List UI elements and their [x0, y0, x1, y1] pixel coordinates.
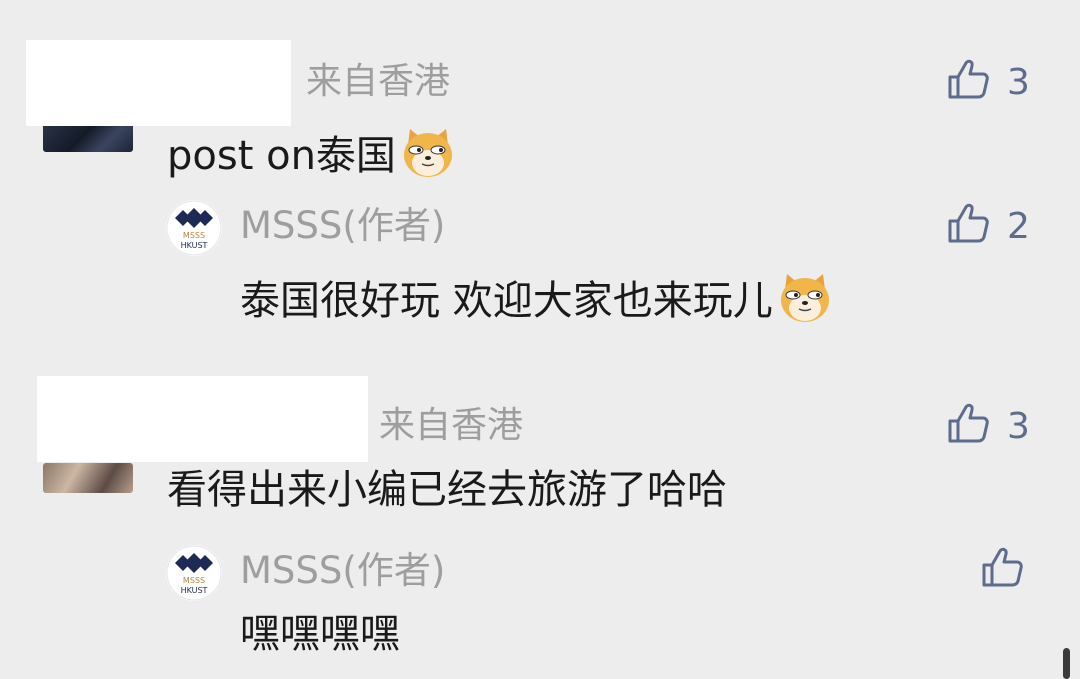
comment-location: 来自香港 — [379, 405, 524, 446]
thumbs-up-icon[interactable] — [980, 545, 1024, 589]
thumbs-up-icon[interactable] — [946, 57, 990, 101]
avatar-text-bottom: HKUST — [181, 586, 208, 595]
author-avatar[interactable]: MSSS HKUST — [166, 545, 222, 601]
reply-author-name[interactable]: MSSS(作者) — [240, 552, 445, 589]
reply-author-name[interactable]: MSSS(作者) — [240, 207, 445, 244]
doge-emoji — [400, 125, 456, 181]
comment-text-content: post on泰国 — [167, 133, 396, 179]
avatar-text-bottom: HKUST — [181, 241, 208, 250]
author-avatar[interactable]: MSSS HKUST — [166, 200, 222, 256]
scrollbar[interactable] — [1063, 648, 1070, 679]
redacted-username — [37, 376, 368, 462]
thumbs-up-icon[interactable] — [946, 201, 990, 245]
commenter-avatar[interactable] — [43, 463, 133, 493]
avatar-text-top: MSSS — [183, 231, 205, 240]
reply-text: 泰国很好玩 欢迎大家也来玩儿 — [240, 270, 833, 326]
thumbs-up-icon[interactable] — [946, 401, 990, 445]
commenter-avatar[interactable] — [43, 122, 133, 152]
doge-emoji — [777, 270, 833, 326]
comment-text: post on泰国 — [167, 125, 456, 181]
comment-text: 看得出来小编已经去旅游了哈哈 — [167, 467, 727, 513]
redacted-username — [26, 40, 291, 126]
like-count: 3 — [1007, 62, 1030, 103]
comment-location: 来自香港 — [306, 61, 451, 102]
reply-text-content: 泰国很好玩 欢迎大家也来玩儿 — [240, 278, 773, 324]
like-count: 2 — [1007, 206, 1030, 247]
like-count: 3 — [1007, 406, 1030, 447]
avatar-text-top: MSSS — [183, 576, 205, 585]
reply-text: 嘿嘿嘿嘿 — [240, 611, 400, 657]
comments-page: 来自香港 3 post on泰国 MSSS HKUST MSSS(作者) 2 泰… — [0, 0, 1080, 679]
